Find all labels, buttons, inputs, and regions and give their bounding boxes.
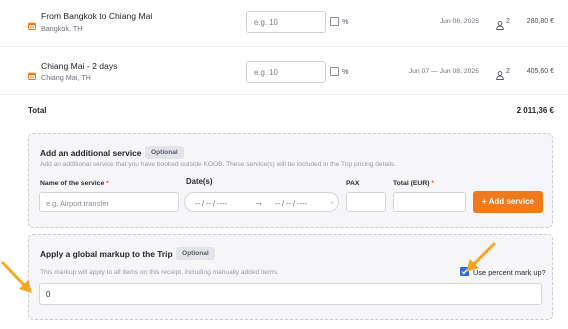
person-icon xyxy=(496,67,504,80)
service-name-placeholder: e.g. Airport transfer xyxy=(46,199,109,208)
optional-badge: Optional xyxy=(176,247,215,260)
person-icon xyxy=(496,17,504,30)
additional-service-description: Add an additional service that you have … xyxy=(40,161,397,168)
global-markup-value: 0 xyxy=(46,290,51,299)
trip-item-location: Bangkok, TH xyxy=(41,24,83,33)
hotel-icon xyxy=(28,17,36,31)
pax-input[interactable] xyxy=(346,192,386,212)
percent-label: % xyxy=(342,67,349,76)
dates-label: Date(s) xyxy=(186,177,213,186)
global-markup-description: This markup will apply to all items on t… xyxy=(40,269,279,276)
trip-item-price: 405,60 € xyxy=(526,68,554,75)
service-name-input[interactable]: e.g. Airport transfer xyxy=(39,192,179,212)
trip-item-title: Chiang Mai - 2 days xyxy=(41,61,118,71)
arrow-right-icon: → xyxy=(254,197,263,207)
add-service-button[interactable]: + Add service xyxy=(473,191,543,213)
global-markup-input[interactable]: 0 xyxy=(39,283,542,305)
annotation-arrow-icon xyxy=(466,242,496,272)
trip-item-dates: Jun 07 — Jun 08, 2025 xyxy=(408,68,479,75)
total-eur-label: Total (EUR) * xyxy=(393,180,435,187)
item-markup-input[interactable]: e.g. 10 xyxy=(246,61,326,83)
total-label: Total xyxy=(28,106,47,115)
date-from-field[interactable]: -- / -- / ---- xyxy=(195,199,227,208)
clear-date-icon[interactable]: × xyxy=(330,198,334,207)
hotel-icon xyxy=(28,67,36,81)
additional-service-panel: Add an additional service Optional Add a… xyxy=(28,133,553,228)
item-markup-input[interactable]: e.g. 10 xyxy=(246,11,326,33)
trip-item-pax: 2 xyxy=(506,68,510,75)
additional-service-title: Add an additional service xyxy=(40,148,142,158)
date-to-field[interactable]: -- / -- / ---- xyxy=(275,199,307,208)
global-markup-title: Apply a global markup to the Trip xyxy=(40,249,173,259)
trip-item-dates: Jun 06, 2025 xyxy=(439,18,479,25)
annotation-arrow-icon xyxy=(1,261,32,293)
item-percent-checkbox[interactable] xyxy=(330,17,339,26)
date-range-picker[interactable]: -- / -- / ---- → -- / -- / ---- × xyxy=(184,192,339,212)
total-eur-input[interactable] xyxy=(393,192,466,212)
percent-label: % xyxy=(342,17,349,26)
trip-item-location: Chiang Mai, TH xyxy=(41,73,91,82)
item-percent-checkbox[interactable] xyxy=(330,67,339,76)
total-value: 2 011,36 € xyxy=(516,106,554,115)
trip-item-row: From Bangkok to Chiang Mai Bangkok, TH e… xyxy=(0,0,568,47)
trip-item-price: 280,80 € xyxy=(526,18,554,25)
optional-badge: Optional xyxy=(145,146,184,159)
trip-item-pax: 2 xyxy=(506,18,510,25)
trip-item-row: Chiang Mai - 2 days Chiang Mai, TH e.g. … xyxy=(0,46,568,94)
pax-label: PAX xyxy=(346,180,360,187)
trip-item-title: From Bangkok to Chiang Mai xyxy=(41,11,153,21)
service-name-label: Name of the service * xyxy=(40,180,109,187)
total-divider xyxy=(0,94,568,95)
